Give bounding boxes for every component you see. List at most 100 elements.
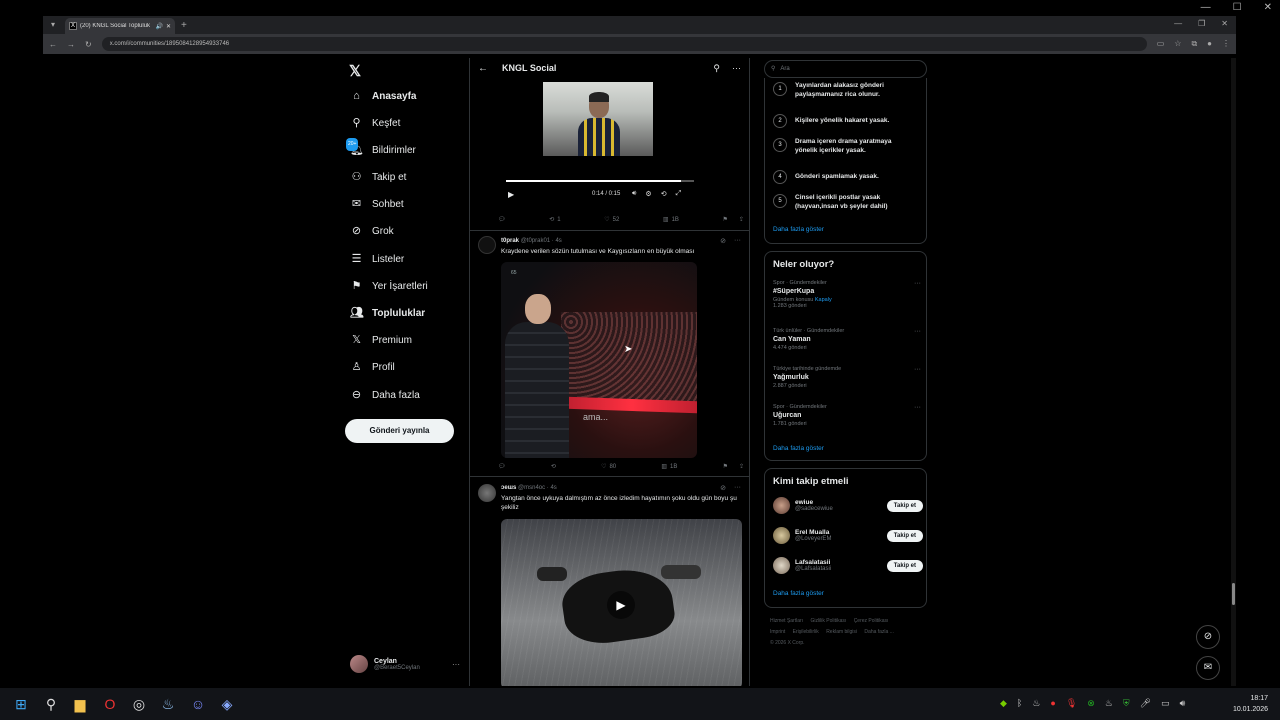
browser-restore-icon[interactable]: ❐ [1198, 19, 1205, 28]
more-icon[interactable]: ··· [734, 237, 741, 245]
grok-icon[interactable]: ⊘ [720, 484, 726, 492]
messages-float-icon[interactable]: ✉ [1196, 656, 1220, 680]
play-icon[interactable]: ▶ [607, 591, 635, 619]
show-more-link[interactable]: Daha fazla göster [773, 445, 824, 452]
browser-tab[interactable]: X (20) KNGL Social Topluluk 🔊 ✕ [65, 18, 175, 34]
more-icon[interactable]: ··· [914, 404, 921, 411]
menu-icon[interactable]: ⋮ [1222, 39, 1230, 49]
fullscreen-icon[interactable]: ⤢ [676, 190, 682, 198]
follow-button[interactable]: Takip et [886, 499, 923, 512]
scroll-thumb[interactable] [1232, 583, 1235, 605]
maximize-icon[interactable]: ☐ [1233, 2, 1242, 13]
nav-communities[interactable]: 👥︎ Topluluklar [350, 307, 425, 320]
nav-lists[interactable]: ☰ Listeler [350, 253, 405, 266]
cast-icon[interactable]: ▭ [1157, 39, 1165, 49]
app-icon[interactable]: ◈ [218, 695, 236, 713]
steam-icon[interactable]: ♨ [159, 695, 177, 713]
nav-chat[interactable]: ✉ Sohbet [350, 198, 404, 211]
repost-button[interactable]: ⟲ [551, 463, 556, 470]
footer-link[interactable]: Gizlilik Politikası [810, 618, 846, 624]
follow-suggestion[interactable]: ewiue @sadecewiue Takip et [773, 497, 923, 514]
nav-home[interactable]: ⌂ Anasayfa [350, 90, 416, 103]
play-icon[interactable]: ▶ [508, 190, 514, 199]
bookmark-button[interactable]: ⚑ ⇪ [723, 463, 744, 470]
nav-profile[interactable]: ♙ Profil [350, 361, 395, 374]
video-player[interactable]: ▶ 0:14 / 0:15 🔊︎ ⚙ ⟲ ⤢ [502, 80, 698, 210]
reply-button[interactable]: 💬︎ [498, 463, 506, 470]
post-media[interactable]: 65 ama... ➤ [501, 262, 697, 458]
volume-icon[interactable]: 🔊︎ [632, 190, 636, 198]
search-icon[interactable]: ⚲ [42, 695, 60, 713]
follow-button[interactable]: Takip et [886, 529, 923, 542]
avatar[interactable] [478, 484, 496, 502]
trend-item[interactable]: Spor · Gündemdekiler #SüperKupa Gündem k… [773, 280, 921, 309]
nav-bookmarks[interactable]: ⚑ Yer İşaretleri [350, 280, 428, 293]
post-video[interactable]: ▶ [501, 519, 742, 686]
nav-premium[interactable]: 𝕏 Premium [350, 334, 412, 347]
show-more-link[interactable]: Daha fazla göster [773, 590, 824, 597]
back-icon[interactable]: ← [49, 40, 57, 49]
follow-suggestion[interactable]: Lafsalatasii @Lafsalatasii Takip et [773, 557, 923, 574]
loop-icon[interactable]: ⟲ [661, 190, 667, 198]
browser-close-icon[interactable]: ✕ [1221, 19, 1228, 28]
clock[interactable]: 18:17 10.01.2026 [1233, 693, 1268, 715]
more-icon[interactable]: ··· [452, 660, 460, 669]
footer-link[interactable]: Hizmet Şartları [770, 618, 803, 624]
more-icon[interactable]: ··· [734, 484, 741, 492]
app-tray-icon[interactable]: ● [1050, 698, 1055, 709]
close-icon[interactable]: ✕ [1264, 2, 1272, 13]
network-icon[interactable]: ▭ [1161, 698, 1170, 709]
nvidia-icon[interactable]: ◆ [1000, 698, 1007, 709]
show-more-link[interactable]: Daha fazla göster [773, 226, 824, 233]
avatar[interactable] [478, 236, 496, 254]
trend-item[interactable]: Türk ünlüler · Gündemdekiler Can Yaman 4… [773, 328, 921, 351]
xbox-icon[interactable]: ⊗ [1087, 698, 1095, 709]
more-icon[interactable]: ··· [914, 328, 921, 335]
scrollbar[interactable] [1231, 58, 1236, 686]
like-button[interactable]: ♡ 52 [604, 216, 619, 224]
nav-grok[interactable]: ⊘ Grok [350, 225, 394, 238]
steam-tray-icon[interactable]: ♨ [1032, 698, 1040, 709]
post-author[interactable]: ɔeɯs [501, 485, 516, 491]
footer-link[interactable]: Reklam bilgisi [826, 629, 857, 635]
grok-float-icon[interactable]: ⊘ [1196, 625, 1220, 649]
share-icon[interactable]: ⇪ [739, 463, 744, 470]
search-icon[interactable]: ⚲ [713, 63, 720, 74]
bookmark-button[interactable]: ⚑ ⇪ [723, 216, 744, 223]
browser-minimize-icon[interactable]: — [1174, 19, 1182, 28]
x-logo-icon[interactable]: 𝕏 [349, 62, 361, 80]
nav-notifications[interactable]: 🔔︎ 20+ Bildirimler [346, 138, 416, 157]
follow-suggestion[interactable]: Erel Mualla @LoveyerEM Takip et [773, 527, 923, 544]
chrome-icon[interactable]: ◎ [130, 695, 148, 713]
trend-item[interactable]: Spor · Gündemdekiler Uğurcan 1.781 gönde… [773, 404, 921, 427]
account-switcher[interactable]: Ceylan @Beraet5Ceylan ··· [350, 655, 460, 673]
follow-button[interactable]: Takip et [886, 559, 923, 572]
nav-explore[interactable]: ⚲ Keşfet [350, 117, 400, 130]
trend-item[interactable]: Türkiye tarihinde gündemde Yağmurluk 2.8… [773, 366, 921, 389]
settings-icon[interactable]: ⚙ [645, 190, 651, 198]
steam-tray-icon-2[interactable]: ♨ [1105, 698, 1113, 709]
more-icon[interactable]: ··· [732, 63, 741, 74]
profile-icon[interactable]: ● [1207, 39, 1212, 49]
extensions-icon[interactable]: ⧉ [1191, 39, 1197, 49]
post-button[interactable]: Gönderi yayınla [345, 419, 454, 443]
reply-button[interactable]: 💬︎ [498, 216, 506, 223]
nav-more[interactable]: ⊖ Daha fazla [350, 389, 420, 402]
video-progress-bar[interactable] [506, 180, 694, 182]
footer-link[interactable]: Erişilebilirlik [793, 629, 819, 635]
more-icon[interactable]: ··· [914, 366, 921, 373]
tab-close-icon[interactable]: ✕ [166, 23, 171, 30]
trend-context-link[interactable]: Kapaly [815, 297, 832, 303]
back-arrow-icon[interactable]: ← [478, 63, 488, 74]
new-tab-icon[interactable]: + [181, 20, 187, 31]
views-button[interactable]: ▥ 1B [663, 216, 679, 224]
speaker-icon[interactable]: 🔊 [155, 23, 162, 30]
url-field[interactable]: x.com/i/communities/1895084128954933746 [101, 37, 1147, 51]
mic-tray-icon[interactable]: 🎙︎ [1066, 698, 1077, 709]
security-icon[interactable]: ⛨ [1123, 698, 1130, 709]
mic-icon[interactable]: 🎤︎ [1140, 698, 1151, 709]
reload-icon[interactable]: ↻ [85, 40, 92, 49]
like-button[interactable]: ♡ 80 [601, 463, 616, 471]
discord-icon[interactable]: ☺ [189, 695, 207, 713]
nav-follow[interactable]: ⚇ Takip et [350, 171, 407, 184]
